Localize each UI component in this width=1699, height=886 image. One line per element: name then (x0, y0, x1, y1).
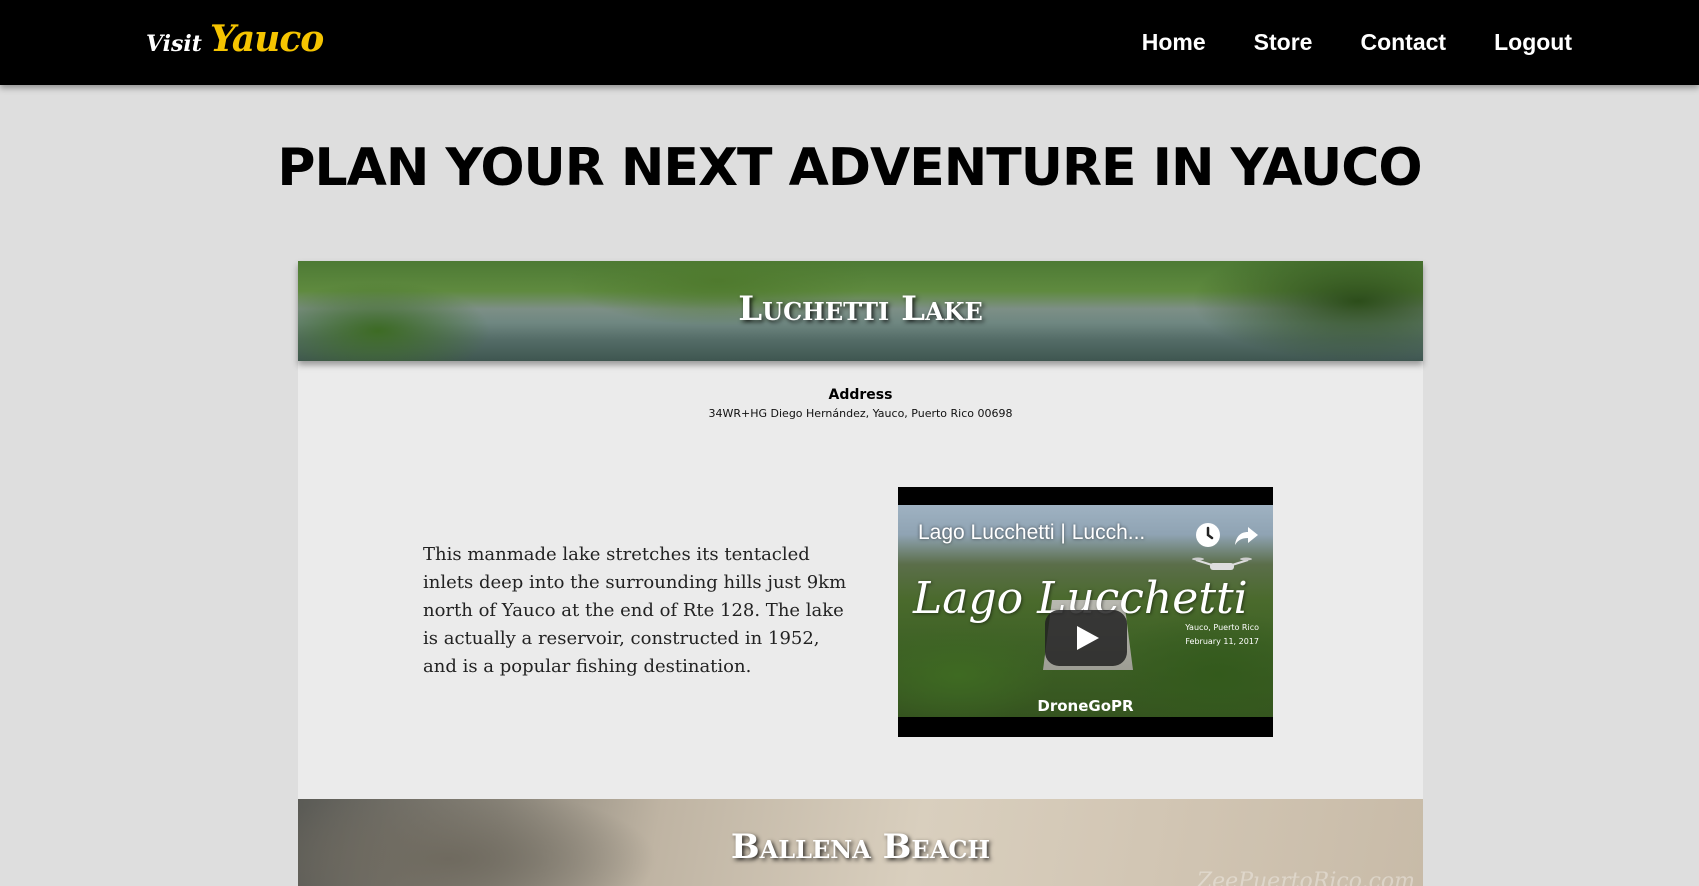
play-button[interactable] (1045, 610, 1127, 666)
youtube-video-embed[interactable]: Lago Lucchetti | Lucch... Lago Lucchetti… (898, 487, 1273, 737)
site-logo[interactable]: Visit Yauco (146, 18, 324, 64)
image-watermark: ZeePuertoRico.com (1196, 869, 1415, 886)
attraction-description: This manmade lake stretches its tentacle… (423, 544, 847, 677)
drone-icon (1192, 557, 1252, 570)
nav-home-link[interactable]: Home (1142, 29, 1206, 56)
nav-store-link[interactable]: Store (1254, 29, 1313, 56)
clock-icon[interactable] (1194, 521, 1222, 549)
address-value: 34WR+HG Diego Hernández, Yauco, Puerto R… (708, 407, 1013, 420)
top-navbar: Visit Yauco Home Store Contact Logout (0, 0, 1699, 85)
attraction-address-block: Address 34WR+HG Diego Hernández, Yauco, … (298, 387, 1423, 420)
attraction-card-ballena-beach: Ballena Beach ZeePuertoRico.com (298, 799, 1423, 886)
main-nav: Home Store Contact Logout (1142, 0, 1572, 85)
nav-logout-link[interactable]: Logout (1494, 29, 1572, 56)
video-location-date: Yauco, Puerto Rico February 11, 2017 (1185, 621, 1259, 649)
address-label: Address (828, 387, 893, 403)
video-thumbnail[interactable]: Lago Lucchetti | Lucch... Lago Lucchetti… (898, 505, 1273, 717)
video-title[interactable]: Lago Lucchetti | Lucch... (918, 521, 1145, 545)
video-credit: DroneGoPR (1037, 697, 1134, 715)
video-location: Yauco, Puerto Rico (1185, 623, 1259, 632)
attraction-banner-image: Luchetti Lake (298, 261, 1423, 361)
logo-brand-text: Yauco (209, 18, 324, 60)
share-icon[interactable] (1232, 521, 1260, 549)
video-date: February 11, 2017 (1185, 637, 1259, 646)
logo-visit-text: Visit (146, 31, 202, 57)
attraction-title: Ballena Beach (730, 827, 991, 867)
page-title: PLAN YOUR NEXT ADVENTURE IN YAUCO (277, 138, 1422, 198)
nav-contact-link[interactable]: Contact (1360, 29, 1446, 56)
attraction-title: Luchetti Lake (738, 289, 983, 329)
attraction-card-luchetti-lake: Luchetti Lake Address 34WR+HG Diego Hern… (298, 261, 1423, 799)
attraction-banner-image: Ballena Beach ZeePuertoRico.com (298, 799, 1423, 886)
